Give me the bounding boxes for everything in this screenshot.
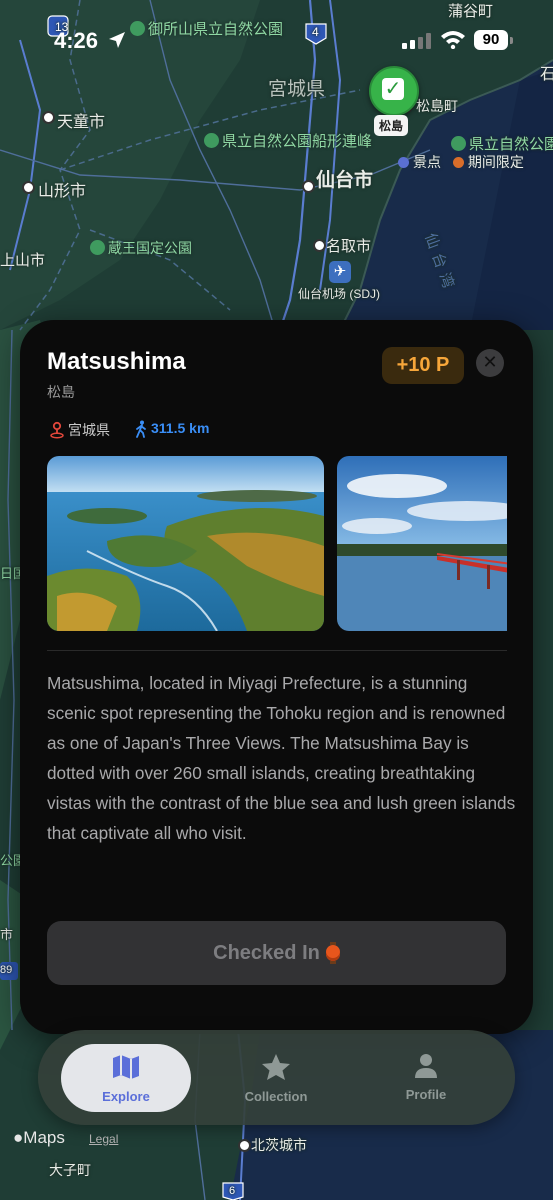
map-label-kaminoyama: 上山市 [0,252,46,269]
map-label-natori: 名取市 [326,238,372,255]
city-dot [302,180,315,193]
maps-attribution: ●Maps [13,1128,65,1147]
map-label-matsushima-town: 松島町 [416,98,458,114]
park-icon [90,240,105,255]
location-prefecture: 宮城県 [68,422,110,438]
battery-tip [510,37,513,44]
legend-dot-attraction [398,157,409,168]
star-icon [262,1054,290,1080]
lantern-icon [325,942,340,964]
legend-label-attraction: 景点 [413,154,441,170]
status-bar: 4:26 90 [0,0,553,80]
map-label-park-funagata[interactable]: 県立自然公園船形連峰 [204,130,372,151]
status-time: 4:26 [54,28,99,53]
legend-dot-limited [452,157,464,168]
tab-bar: Explore Collection Profile [38,1030,515,1125]
close-button[interactable]: ✕ [476,349,504,377]
city-dot [313,239,326,252]
map-legend: 景点 期间限定 [398,152,524,172]
park-icon [451,136,466,151]
location-title: Matsushima [47,348,186,375]
legend-label-limited: 期间限定 [467,154,524,170]
map-label-kitaibaraki: 北茨城市 [251,1137,307,1153]
map-label-tendo: 天童市 [57,114,106,131]
map-label-park-zao[interactable]: 蔵王国定公園 [90,238,192,258]
map-icon [113,1055,139,1079]
map-label-sendai: 仙台市 [316,170,374,191]
location-pin-icon [50,421,64,439]
location-distance: 311.5 km [151,420,210,436]
checked-in-button[interactable]: Checked In [47,921,506,985]
cellular-signal-icon [402,33,431,49]
apple-logo-icon: ● [13,1128,24,1147]
battery-indicator: 90 [474,30,508,50]
checkmark-icon: ✓ [382,78,404,100]
wifi-icon [441,31,465,49]
map-label-left-edge-3: 市 [0,927,14,942]
location-detail-card: Matsushima 松島 +10 P ✕ 宮城県 311.5 km Matsu… [20,320,533,1034]
tab-profile[interactable]: Profile [361,1044,491,1112]
walking-icon [136,420,146,438]
photo-matsushima-bay-aerial[interactable] [47,456,324,631]
tab-explore-label: Explore [102,1089,150,1104]
map-label-daigo: 大子町 [49,1162,91,1178]
map-label-yamagata: 山形市 [38,183,87,200]
route-6-shield: 6 [229,1185,236,1197]
close-icon: ✕ [482,352,498,372]
city-dot [238,1139,251,1152]
tab-profile-label: Profile [405,1087,447,1102]
legal-link[interactable]: Legal [89,1132,118,1146]
map-label-park-right[interactable]: 県立自然公園松 [451,133,553,154]
map-pin-label: 松島 [374,115,409,136]
photo-carousel[interactable] [47,456,507,633]
map-label-airport: 仙台机场 (SDJ) [298,287,380,301]
airport-icon[interactable]: ✈ [329,261,351,283]
divider [47,650,507,651]
tab-collection[interactable]: Collection [211,1044,341,1112]
city-dot [42,111,55,124]
tab-collection-label: Collection [244,1089,308,1104]
park-icon [204,133,219,148]
points-badge: +10 P [382,347,464,384]
route-89-shield: 89 [0,964,13,976]
person-icon [415,1054,437,1078]
photo-red-bridge[interactable] [337,456,507,631]
city-dot [22,181,35,194]
location-description: Matsushima, located in Miyagi Prefecture… [47,673,516,843]
checked-in-label: Checked In [213,942,320,964]
tab-explore[interactable]: Explore [61,1044,191,1112]
location-subtitle: 松島 [47,384,75,400]
location-arrow-icon [109,32,125,48]
